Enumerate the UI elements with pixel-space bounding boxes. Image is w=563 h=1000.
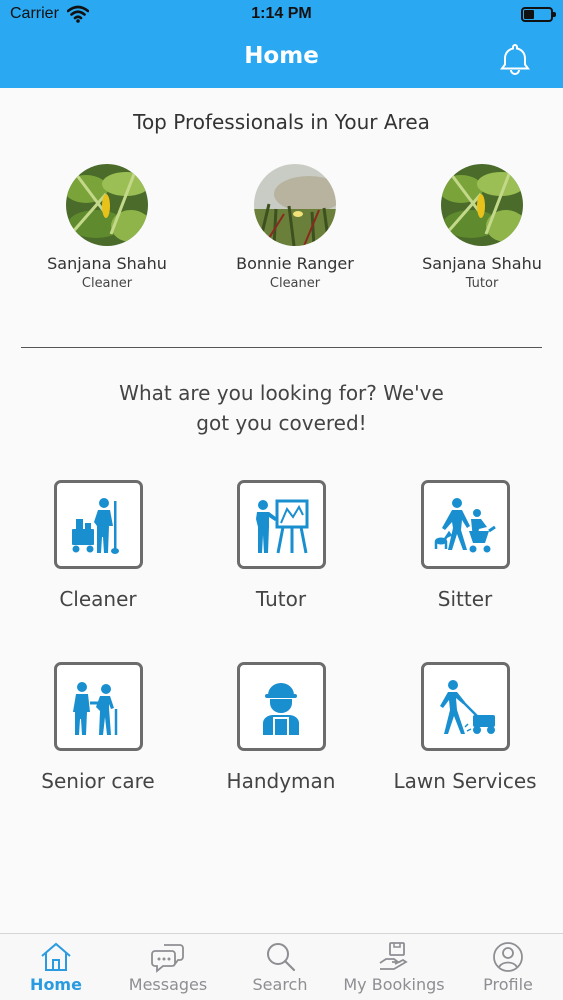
senior-care-icon (73, 681, 118, 735)
service-senior-care-button[interactable]: Senior care (8, 662, 188, 793)
tab-profile[interactable]: Profile (452, 934, 563, 1000)
service-label: Sitter (437, 587, 493, 611)
status-bar: Carrier 1:14 PM (0, 0, 563, 30)
professional-role: Tutor (465, 276, 499, 291)
service-label: Cleaner (59, 587, 137, 611)
service-label: Senior care (41, 769, 155, 793)
cleaner-icon (72, 497, 119, 554)
service-sitter-button[interactable]: Sitter (375, 480, 555, 611)
service-handyman-button[interactable]: Handyman (191, 662, 371, 793)
tab-label: Home (30, 975, 82, 994)
tab-label: Profile (483, 975, 533, 994)
service-tutor-button[interactable]: Tutor (191, 480, 371, 611)
professional-name: Bonnie Ranger (236, 254, 354, 273)
professional-name: Sanjana Shahu (422, 254, 542, 273)
professional-role: Cleaner (269, 276, 321, 291)
messages-icon (151, 944, 184, 973)
professional-card[interactable]: Sanjana Shahu Tutor (402, 164, 562, 291)
service-label: Handyman (226, 769, 336, 793)
tab-messages[interactable]: Messages (112, 934, 224, 1000)
clock: 1:14 PM (251, 5, 312, 22)
tab-bar: Home Messages Search My Bookings Profile (0, 933, 563, 1000)
handyman-icon (263, 682, 299, 735)
avatar[interactable] (66, 164, 148, 246)
professional-card[interactable]: Sanjana Shahu Cleaner (27, 164, 187, 291)
service-label: Tutor (255, 587, 307, 611)
tab-label: Search (252, 975, 308, 994)
home-icon (41, 942, 71, 971)
section-divider (21, 347, 542, 348)
tab-search[interactable]: Search (224, 934, 336, 1000)
professional-name: Sanjana Shahu (47, 254, 167, 273)
lawn-services-icon (440, 679, 495, 734)
tutor-icon (256, 499, 309, 553)
nav-bar: Home (0, 30, 563, 88)
tab-my-bookings[interactable]: My Bookings (336, 934, 452, 1000)
tab-home[interactable]: Home (0, 934, 112, 1000)
avatar[interactable] (441, 164, 523, 246)
sitter-icon (434, 497, 496, 552)
tab-label: My Bookings (343, 975, 445, 994)
battery-icon (521, 7, 556, 22)
notification-bell-icon[interactable] (497, 41, 533, 77)
avatar[interactable] (254, 164, 336, 246)
service-label: Lawn Services (393, 769, 537, 793)
bookings-icon (379, 942, 408, 970)
professional-role: Cleaner (81, 276, 133, 291)
profile-icon (493, 942, 523, 972)
services-heading: What are you looking for? We've got you … (119, 381, 444, 435)
professional-card[interactable]: Bonnie Ranger Cleaner (215, 164, 375, 291)
tab-label: Messages (128, 975, 208, 994)
top-professionals-heading: Top Professionals in Your Area (133, 110, 430, 134)
service-lawn-services-button[interactable]: Lawn Services (375, 662, 555, 793)
service-cleaner-button[interactable]: Cleaner (8, 480, 188, 611)
search-icon (267, 943, 296, 972)
page-title: Home (244, 43, 319, 69)
